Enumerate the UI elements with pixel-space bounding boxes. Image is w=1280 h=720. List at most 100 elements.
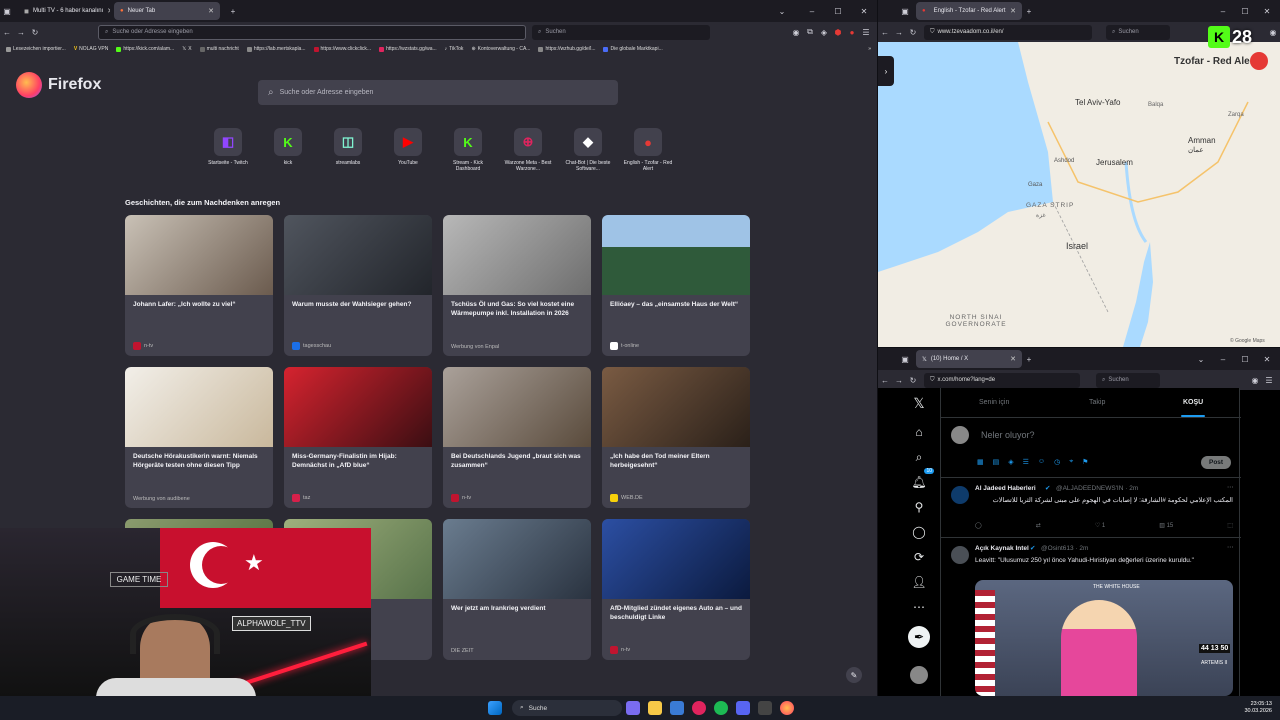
shortcut-tile[interactable]: ◫ streamlabs <box>322 128 374 166</box>
story-card[interactable]: Warum musste der Wahlsieger gehen? tagess… <box>284 215 432 356</box>
url-bar[interactable]: ⛉ x.com/home?lang=de <box>924 372 1080 388</box>
more-icon[interactable]: ⋯ <box>1227 483 1234 491</box>
account-avatar[interactable] <box>910 666 928 684</box>
app-icon[interactable] <box>758 701 772 715</box>
location-icon[interactable]: ⌖ <box>1069 458 1073 466</box>
like-button[interactable]: ♡ 1 <box>1095 522 1105 529</box>
profile-icon[interactable]: 👤︎ <box>910 573 928 591</box>
story-card[interactable]: Johann Lafer: „Ich wollte zu viel“ n-tv <box>125 215 273 356</box>
close-icon[interactable]: ✕ <box>208 7 214 15</box>
forward-icon[interactable]: → <box>892 376 906 385</box>
explore-icon[interactable]: ⌕ <box>910 448 928 466</box>
follow-icon[interactable]: ⚲ <box>910 498 928 516</box>
chevron-down-icon[interactable]: ⌄ <box>775 7 789 16</box>
home-icon[interactable]: ⌂ <box>910 423 928 441</box>
sidebar-toggle-button[interactable]: › <box>878 56 894 86</box>
windows-start-icon[interactable] <box>488 701 502 715</box>
bookmark-item[interactable]: https://www.clickclick... <box>313 46 371 52</box>
shortcut-tile[interactable]: ◧ Startseite - Twitch <box>202 128 254 166</box>
tab-list-icon[interactable]: ▣ <box>898 355 912 364</box>
spotify-icon[interactable] <box>714 701 728 715</box>
search-bar[interactable]: ⌕ Suchen <box>1096 372 1160 388</box>
bookmark-item[interactable]: 𝕏X <box>182 46 191 52</box>
bookmark-item[interactable]: V NOLAG VPN <box>74 46 109 52</box>
back-icon[interactable]: ← <box>878 376 892 385</box>
schedule-icon[interactable]: ◷ <box>1054 458 1060 466</box>
bookmark-item[interactable]: multi nachricht <box>199 46 239 52</box>
opera-icon[interactable] <box>692 701 706 715</box>
discord-icon[interactable] <box>736 701 750 715</box>
messages-icon[interactable]: ◯ <box>910 523 928 541</box>
story-card[interactable]: Miss-Germany-Finalistin im Hijab: Demnäc… <box>284 367 432 508</box>
reload-icon[interactable]: ↻ <box>906 376 920 385</box>
store-icon[interactable] <box>670 701 684 715</box>
flag-icon[interactable]: ⚑ <box>1082 458 1088 466</box>
bookmark-item[interactable]: https://lab.mertskapla... <box>246 46 306 52</box>
grok-icon[interactable]: ⟳ <box>910 548 928 566</box>
emoji-icon[interactable]: ☺ <box>1038 458 1045 466</box>
file-explorer-icon[interactable] <box>648 701 662 715</box>
maximize-icon[interactable]: ☐ <box>831 7 845 16</box>
shortcut-tile[interactable]: ▶ YouTube <box>382 128 434 166</box>
tab-multitv[interactable]: ◼ Multi TV - 6 haber kanalını ✕ <box>18 2 110 20</box>
taskview-icon[interactable] <box>626 701 640 715</box>
tab-kosu[interactable]: KOŞU <box>1183 399 1203 406</box>
extension-icon[interactable]: ◈ <box>817 28 831 37</box>
gif-icon[interactable]: ▤ <box>993 458 1000 466</box>
story-card[interactable]: Ellióaey – das „einsamste Haus der Welt“… <box>602 215 750 356</box>
bookmark-icon[interactable]: ⬚ <box>1227 522 1233 529</box>
taskbar-search[interactable]: ⌕ Suche <box>512 700 622 716</box>
tab-for-you[interactable]: Senin için <box>979 399 1009 406</box>
close-icon[interactable]: ✕ <box>107 7 110 15</box>
shortcut-tile[interactable]: ⊕ Warzone Meta - Best Warzone... <box>502 128 554 172</box>
account-icon[interactable]: ◉ <box>1266 28 1280 37</box>
tab-x-home[interactable]: 𝕏 (10) Home / X ✕ <box>916 350 1022 368</box>
chevron-down-icon[interactable]: ⌄ <box>1194 355 1208 364</box>
minimize-icon[interactable]: – <box>805 7 819 16</box>
post-button[interactable]: Post <box>1201 456 1232 469</box>
story-card[interactable]: Tschüss Öl und Gas: So viel kostet eine … <box>443 215 591 356</box>
shortcut-tile[interactable]: K Stream - Kick Dashboard <box>442 128 494 172</box>
retweet-icon[interactable]: ⇄ <box>1036 522 1041 529</box>
tweet[interactable]: Al Jadeed Haberleri ✔ @ALJADEEDNEWS'IN ·… <box>941 478 1241 538</box>
bookmark-item[interactable]: ♪ TikTok <box>445 46 464 52</box>
notifications-icon[interactable]: 🔔︎ 10 <box>910 468 934 491</box>
tweet-video[interactable]: THE WHITE HOUSE 44 13 50 ARTEMIS II <box>975 580 1233 696</box>
close-window-icon[interactable]: ✕ <box>857 7 871 16</box>
tweet-author[interactable]: Al Jadeed Haberleri <box>975 485 1036 492</box>
new-tab-icon[interactable]: + <box>226 7 240 16</box>
story-card[interactable]: Deutsche Hörakustikerin warnt: Niemals H… <box>125 367 273 508</box>
views-count[interactable]: ▥ 15 <box>1159 522 1173 529</box>
maximize-icon[interactable]: ☐ <box>1238 355 1252 364</box>
tab-newtab[interactable]: ● Neuer Tab ✕ <box>114 2 220 20</box>
bookmark-item[interactable]: https://wzhub.gg/de/l... <box>538 46 595 52</box>
close-icon[interactable]: ✕ <box>1010 355 1016 363</box>
shortcut-tile[interactable]: ◆ Chat-Bot | Die beste Software... <box>562 128 614 172</box>
adblock-icon[interactable]: ⬢ <box>831 28 845 37</box>
bookmark-item[interactable]: Lesezeichen importier... <box>6 46 66 52</box>
x-logo-icon[interactable]: 𝕏 <box>910 394 928 412</box>
search-bar[interactable]: ⌕ Suchen <box>532 24 710 40</box>
reload-icon[interactable]: ↻ <box>28 28 42 37</box>
map-area[interactable]: Tel Aviv-Yafo Amman عمان Jerusalem Ashdo… <box>878 42 1280 347</box>
close-icon[interactable]: ✕ <box>1010 7 1016 15</box>
new-tab-icon[interactable]: + <box>1022 7 1036 16</box>
forward-icon[interactable]: → <box>892 28 906 37</box>
minimize-icon[interactable]: – <box>1216 7 1230 16</box>
edit-icon[interactable]: ✎ <box>846 667 862 683</box>
bookmark-item[interactable]: ⊕ Kontoverwaltung - CA... <box>471 46 530 52</box>
story-card[interactable]: AfD-Mitglied zündet eigenes Auto an – un… <box>602 519 750 660</box>
url-bar[interactable]: ⌕ Suche oder Adresse eingeben <box>98 24 526 40</box>
search-bar[interactable]: ⌕ Suchen <box>1106 24 1170 40</box>
menu-icon[interactable]: ☰ <box>1262 376 1276 385</box>
main-search-box[interactable]: ⌕ Suche oder Adresse eingeben <box>258 80 618 105</box>
account-icon[interactable]: ◉ <box>789 28 803 37</box>
story-card[interactable]: Bei Deutschlands Jugend „braut sich was … <box>443 367 591 508</box>
close-window-icon[interactable]: ✕ <box>1260 7 1274 16</box>
compose-post-button[interactable]: ✒ <box>908 626 930 648</box>
firefox-taskbar-icon[interactable] <box>780 701 794 715</box>
bookmark-item[interactable]: Die globale Marktkapi... <box>603 46 663 52</box>
image-icon[interactable]: ▦ <box>977 458 984 466</box>
tab-tzofar[interactable]: ● English - Tzofar - Red Alert ✕ <box>916 2 1022 20</box>
story-card[interactable]: „Ich habe den Tod meiner Eltern herbeige… <box>602 367 750 508</box>
